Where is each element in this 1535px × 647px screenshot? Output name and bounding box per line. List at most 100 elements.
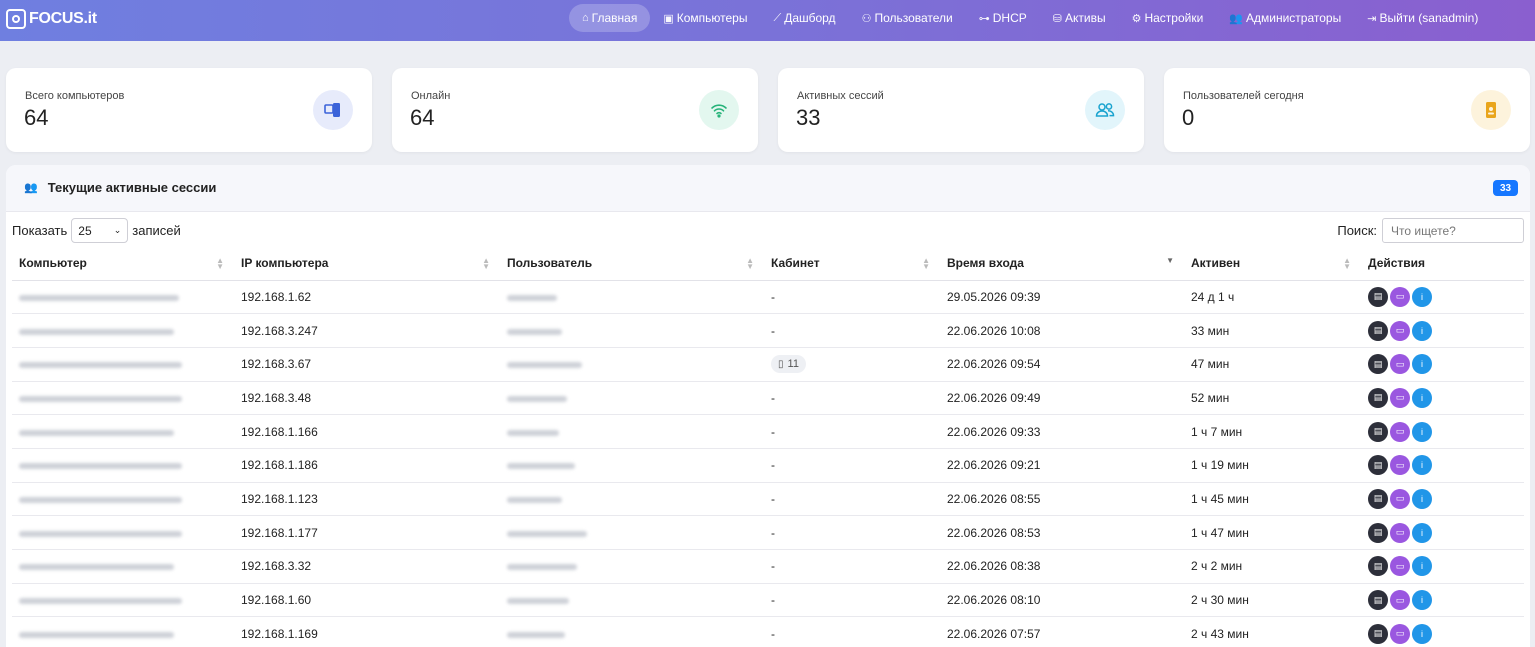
column-header-4[interactable]: Время входа ▼ (940, 247, 1184, 281)
ip-cell: 192.168.3.32 (234, 549, 500, 584)
table-row[interactable]: 192.168.1.60-22.06.2026 08:10 2 ч 30 мин ▤… (12, 583, 1524, 618)
stat-label: Онлайн (411, 90, 451, 102)
computer-cell (12, 616, 234, 647)
top-navbar: FOCUS.it ⌂ Главная ▣ Компьютеры ⟋ Дашборд ⚇ Пол… (0, 0, 1535, 41)
column-header-6[interactable]: Действия (1361, 247, 1524, 281)
nav-item-4[interactable]: ⊶ DHCP (966, 4, 1040, 32)
room-cell: - (764, 313, 940, 348)
info-icon[interactable]: i (1412, 623, 1432, 644)
computer-name-redacted (19, 362, 182, 369)
search-input[interactable] (1382, 218, 1524, 243)
info-icon[interactable]: i (1412, 286, 1432, 307)
column-header-5[interactable]: Активен ▲ ▼ (1184, 247, 1361, 281)
nav-item-8[interactable]: ⇥ Выйти (sanadmin) (1354, 4, 1491, 32)
info-icon[interactable]: i (1412, 556, 1432, 577)
column-header-0[interactable]: Компьютер ▲ ▼ (12, 247, 234, 281)
info-icon[interactable]: i (1412, 320, 1432, 341)
info-icon[interactable]: i (1412, 522, 1432, 543)
actions-cell: ▤ ▭ i (1361, 515, 1524, 550)
nav-item-7[interactable]: 👥 Администраторы (1216, 4, 1354, 32)
info-icon[interactable]: i (1412, 455, 1432, 476)
column-header-1[interactable]: IP компьютера ▲ ▼ (234, 247, 500, 281)
terminal-icon[interactable]: ▤ (1368, 455, 1388, 476)
computer-name-redacted (19, 598, 182, 605)
login-time-cell: 22.06.2026 08:38 (940, 549, 1184, 584)
info-icon[interactable]: i (1412, 387, 1432, 408)
terminal-icon[interactable]: ▤ (1368, 286, 1388, 307)
computer-cell (12, 280, 234, 315)
terminal-icon[interactable]: ▤ (1368, 556, 1388, 577)
terminal-icon[interactable]: ▤ (1368, 590, 1388, 611)
nav-item-3[interactable]: ⚇ Пользователи (849, 4, 966, 32)
active-duration-cell: 52 мин (1184, 381, 1361, 416)
screen-icon[interactable]: ▭ (1390, 421, 1410, 442)
stat-value: 33 (796, 105, 821, 130)
screen-icon[interactable]: ▭ (1390, 623, 1410, 644)
actions-cell: ▤ ▭ i (1361, 280, 1524, 315)
user-cell (500, 515, 764, 550)
nav-icon: ⚙ (1131, 12, 1142, 25)
user-name-redacted (507, 631, 565, 638)
computer-name-redacted (19, 463, 182, 470)
terminal-icon[interactable]: ▤ (1368, 421, 1388, 442)
ip-cell: 192.168.3.67 (234, 347, 500, 382)
computer-cell (12, 549, 234, 584)
table-row[interactable]: 192.168.3.67 ▯ 11 22.06.2026 09:54 47 мин ▤ ▭ i (12, 347, 1524, 382)
terminal-icon[interactable]: ▤ (1368, 387, 1388, 408)
terminal-icon[interactable]: ▤ (1368, 354, 1388, 375)
nav-icon: ⇥ (1367, 12, 1377, 25)
screen-icon[interactable]: ▭ (1390, 556, 1410, 577)
room-value: - (771, 525, 775, 540)
info-icon[interactable]: i (1412, 590, 1432, 611)
user-cell (500, 616, 764, 647)
table-row[interactable]: 192.168.3.247-22.06.2026 10:08 33 мин ▤ ▭ i (12, 313, 1524, 348)
screen-icon[interactable]: ▭ (1390, 354, 1410, 375)
stat-label: Пользователей сегодня (1183, 90, 1304, 102)
table-row[interactable]: 192.168.1.169 - 22.06.2026 07:57 2 ч 43 мин… (12, 616, 1524, 647)
user-cell (500, 549, 764, 584)
table-row[interactable]: 192.168.3.48-22.06.2026 09:49 52 мин ▤ ▭ i (12, 381, 1524, 416)
screen-icon[interactable]: ▭ (1390, 488, 1410, 509)
nav-item-6[interactable]: ⚙ Настройки (1119, 4, 1217, 32)
info-icon[interactable]: i (1412, 354, 1432, 375)
terminal-icon[interactable]: ▤ (1368, 320, 1388, 341)
terminal-icon[interactable]: ▤ (1368, 623, 1388, 644)
room-cell: - (764, 549, 940, 584)
nav-item-5[interactable]: ⛁ Активы (1040, 4, 1119, 32)
screen-icon[interactable]: ▭ (1390, 387, 1410, 408)
sort-icon: ▲ ▼ (922, 256, 930, 271)
table-row[interactable]: 192.168.1.123 - 22.06.2026 08:55 1 ч 45 мин… (12, 482, 1524, 517)
screen-icon[interactable]: ▭ (1390, 286, 1410, 307)
stat-label: Активных сессий (797, 90, 884, 102)
user-cell (500, 583, 764, 618)
screen-icon[interactable]: ▭ (1390, 320, 1410, 341)
column-header-2[interactable]: Пользователь ▲ ▼ (500, 247, 764, 281)
screen-icon[interactable]: ▭ (1390, 590, 1410, 611)
table-row[interactable]: 192.168.1.186 - 22.06.2026 09:21 1 ч 19 мин… (12, 448, 1524, 483)
nav-item-2[interactable]: ⟋ Дашборд (760, 4, 848, 32)
room-value: - (771, 458, 775, 473)
info-icon[interactable]: i (1412, 488, 1432, 509)
user-cell (500, 347, 764, 382)
table-row[interactable]: 192.168.3.32-22.06.2026 08:38 2 ч 2 мин ▤ ▭… (12, 549, 1524, 584)
computer-name-redacted (19, 429, 174, 436)
door-icon: ▯ (778, 358, 784, 370)
login-time-cell: 22.06.2026 08:53 (940, 515, 1184, 550)
info-icon[interactable]: i (1412, 421, 1432, 442)
terminal-icon[interactable]: ▤ (1368, 522, 1388, 543)
table-row[interactable]: 192.168.1.177 - 22.06.2026 08:53 1 ч 47 мин… (12, 515, 1524, 550)
stat-value: 64 (410, 105, 435, 130)
nav-item-1[interactable]: ▣ Компьютеры (650, 4, 760, 32)
table-row[interactable]: 192.168.1.62-29.05.2026 09:39 24 д 1 ч ▤ ▭ i (12, 280, 1524, 315)
page-size-select[interactable]: 25 ⌄ (71, 218, 129, 243)
screen-icon[interactable]: ▭ (1390, 455, 1410, 476)
screen-icon[interactable]: ▭ (1390, 522, 1410, 543)
column-header-3[interactable]: Кабинет ▲ ▼ (764, 247, 940, 281)
nav-item-0[interactable]: ⌂ Главная (569, 4, 651, 32)
brand-logo[interactable]: FOCUS.it (6, 9, 97, 29)
terminal-icon[interactable]: ▤ (1368, 488, 1388, 509)
table-row[interactable]: 192.168.1.166-22.06.2026 09:33 1 ч 7 мин ▤… (12, 414, 1524, 449)
room-value: - (771, 593, 775, 608)
active-duration-cell: 1 ч 45 мин (1184, 482, 1361, 517)
chevron-down-icon: ⌄ (113, 225, 122, 235)
